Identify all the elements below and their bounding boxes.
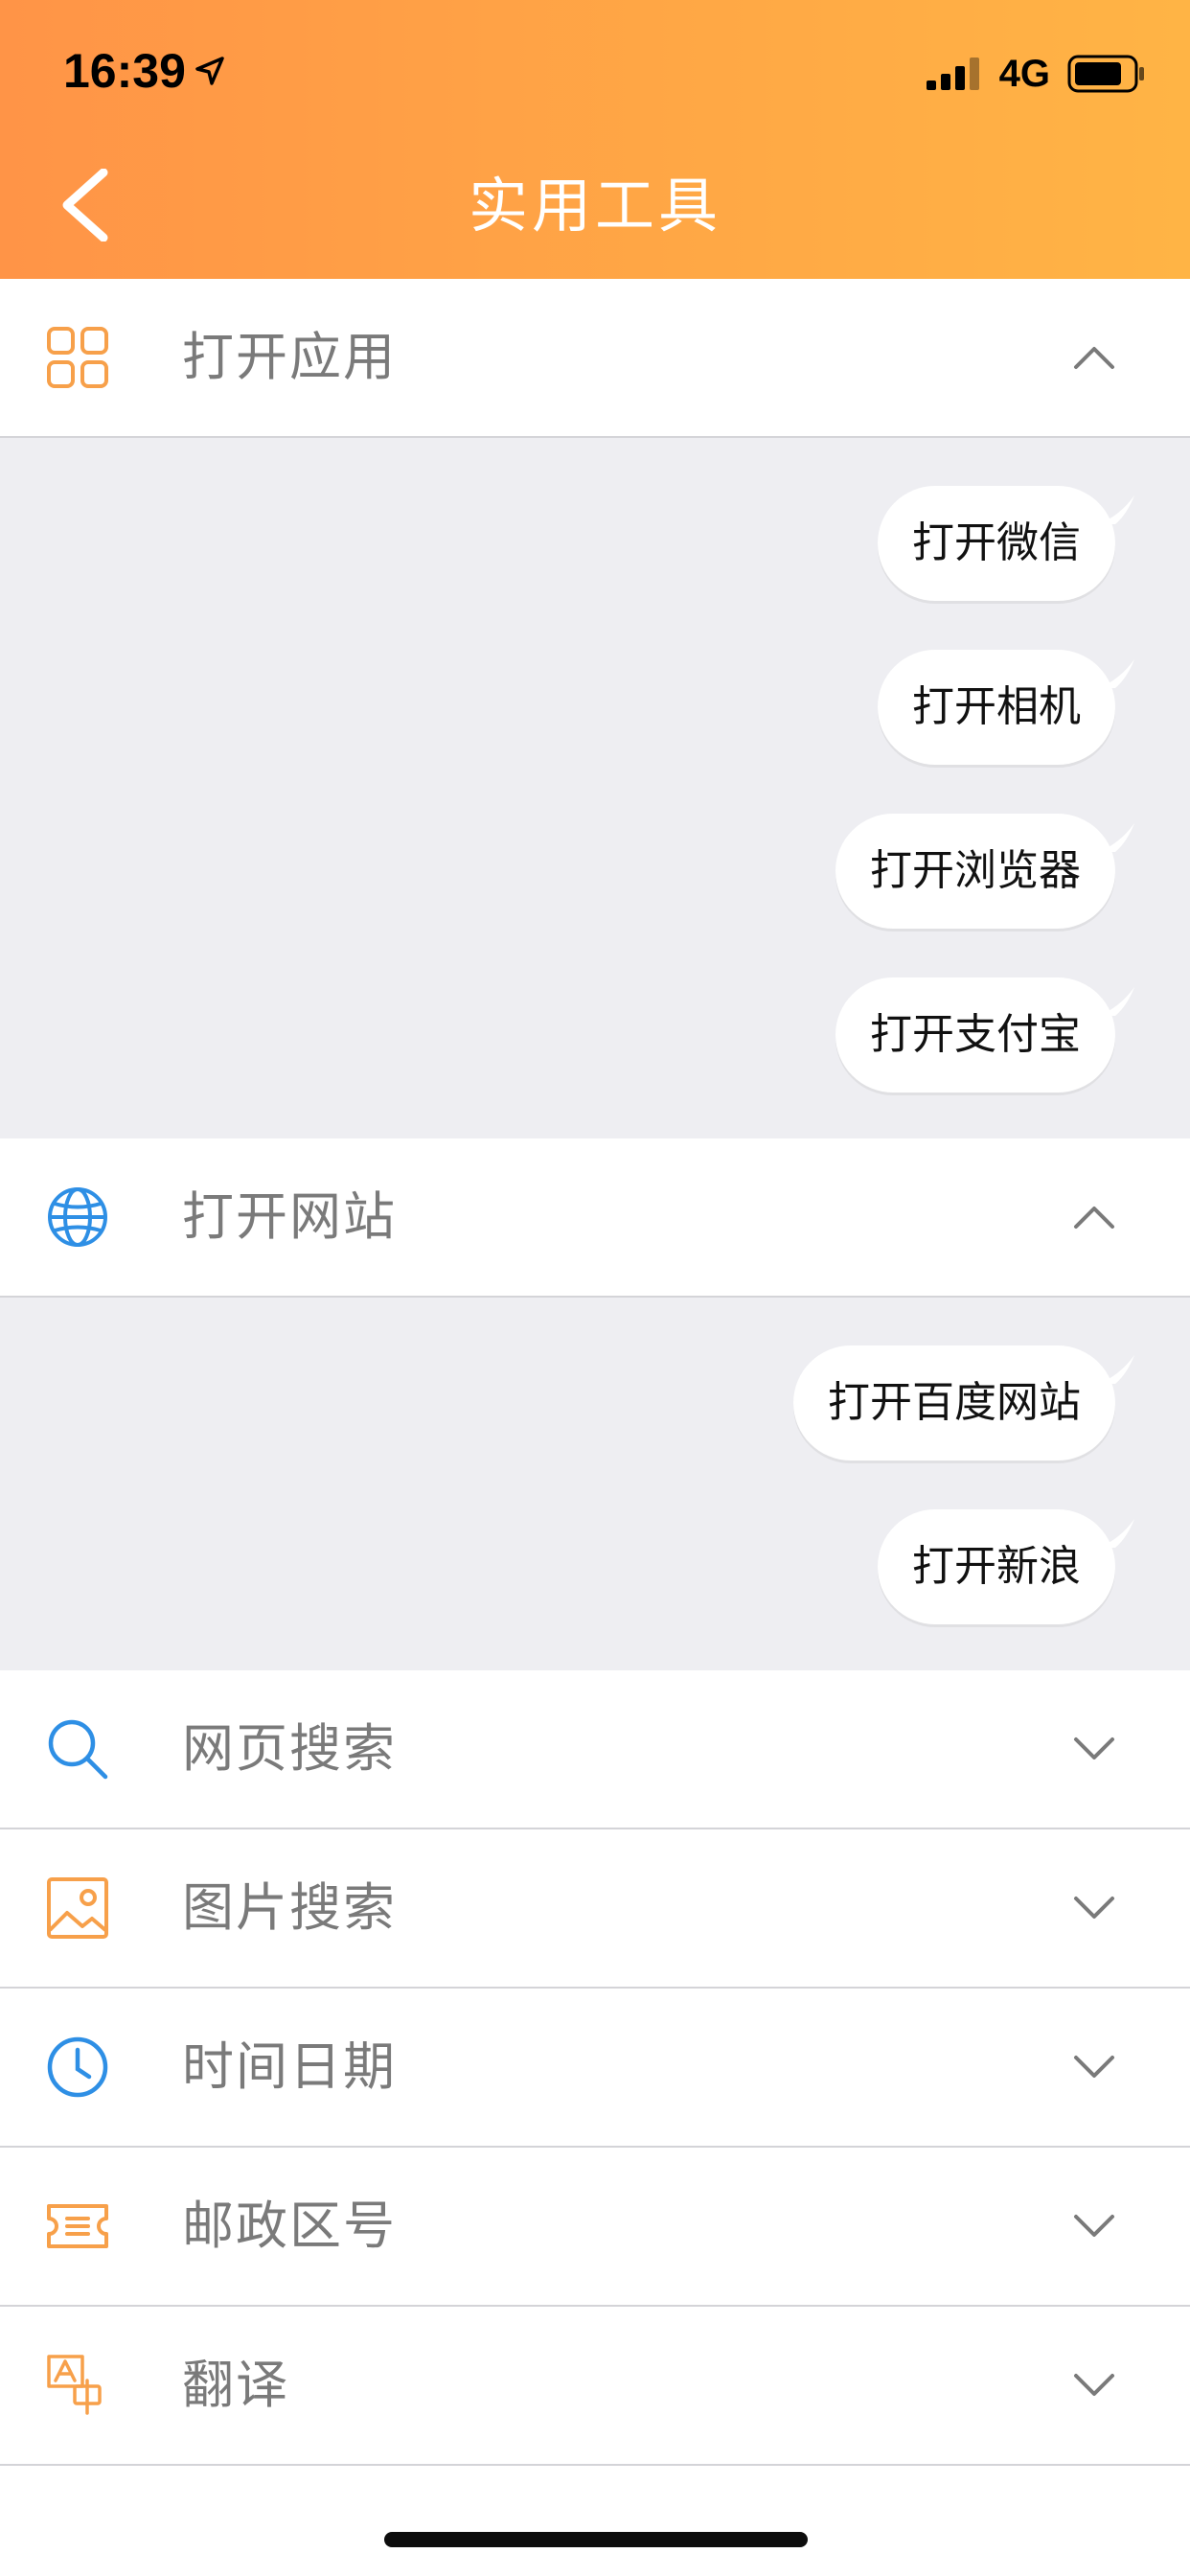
section-row-6[interactable]: 翻译 (0, 2307, 1190, 2466)
bubble-tail (1098, 1355, 1136, 1384)
section-label: 网页搜索 (182, 1718, 397, 1779)
bubble-tail (1098, 659, 1136, 688)
nav-header: 16:39 4G 实用工具 (0, 0, 1190, 279)
location-arrow-icon (195, 57, 224, 85)
page-title: 实用工具 (468, 171, 721, 241)
command-bubble[interactable]: 打开支付宝 (835, 978, 1115, 1092)
chevron-down-icon[interactable] (1073, 2373, 1115, 2398)
section-panel-1: 打开百度网站打开新浪 (0, 1298, 1190, 1670)
signal-icon (926, 58, 979, 90)
bubble-tail (1098, 823, 1136, 852)
bubble-item: 打开浏览器 (835, 814, 1134, 929)
section-row-5[interactable]: 邮政区号 (0, 2148, 1190, 2307)
section-label: 图片搜索 (182, 1877, 397, 1938)
clock-icon (46, 2036, 109, 2099)
section-label: 邮政区号 (182, 2196, 397, 2256)
bubble-item: 打开相机 (878, 650, 1134, 765)
status-time-label: 16:39 (63, 44, 186, 98)
section-label: 打开应用 (182, 327, 397, 387)
bubble-item: 打开支付宝 (835, 978, 1134, 1092)
bubble-item: 打开百度网站 (793, 1346, 1134, 1460)
chevron-down-icon[interactable] (1073, 2055, 1115, 2080)
command-bubble[interactable]: 打开相机 (878, 650, 1115, 765)
grid-apps-icon (46, 326, 109, 389)
bubble-tail (1098, 987, 1136, 1016)
globe-icon (46, 1185, 109, 1249)
status-right: 4G (926, 50, 1146, 98)
chevron-down-icon[interactable] (1073, 1736, 1115, 1761)
command-bubble[interactable]: 打开百度网站 (793, 1346, 1115, 1460)
chevron-down-icon[interactable] (1073, 2214, 1115, 2239)
status-time: 16:39 (63, 42, 226, 100)
section-row-1[interactable]: 打开网站 (0, 1138, 1190, 1298)
image-icon (46, 1876, 109, 1940)
section-row-3[interactable]: 图片搜索 (0, 1829, 1190, 1989)
bubble-tail (1098, 1519, 1136, 1548)
battery-icon (1067, 55, 1144, 93)
translate-icon (46, 2354, 109, 2417)
bubble-item: 打开新浪 (878, 1509, 1134, 1624)
section-row-0[interactable]: 打开应用 (0, 279, 1190, 438)
home-indicator (384, 2532, 808, 2547)
network-label: 4G (998, 52, 1050, 95)
bubble-item: 打开微信 (878, 486, 1134, 601)
chevron-up-icon[interactable] (1073, 345, 1115, 370)
section-row-2[interactable]: 网页搜索 (0, 1670, 1190, 1829)
section-label: 时间日期 (182, 2036, 397, 2097)
command-bubble[interactable]: 打开浏览器 (835, 814, 1115, 929)
chevron-up-icon[interactable] (1073, 1205, 1115, 1230)
tool-list: 打开应用打开微信打开相机打开浏览器打开支付宝打开网站打开百度网站打开新浪网页搜索… (0, 279, 1190, 2466)
command-bubble[interactable]: 打开新浪 (878, 1509, 1115, 1624)
search-icon (46, 1717, 109, 1781)
bubble-tail (1098, 495, 1136, 524)
command-bubble[interactable]: 打开微信 (878, 486, 1115, 601)
app-screen: 16:39 4G 实用工具 打开应用 打开微信 打开相机 打开浏览器 打开支付宝… (0, 0, 1190, 2576)
chevron-down-icon[interactable] (1073, 1896, 1115, 1920)
section-label: 翻译 (182, 2355, 289, 2415)
section-label: 打开网站 (182, 1186, 397, 1247)
section-panel-0: 打开微信打开相机打开浏览器打开支付宝 (0, 438, 1190, 1138)
section-row-4[interactable]: 时间日期 (0, 1989, 1190, 2148)
ticket-icon (46, 2195, 109, 2258)
